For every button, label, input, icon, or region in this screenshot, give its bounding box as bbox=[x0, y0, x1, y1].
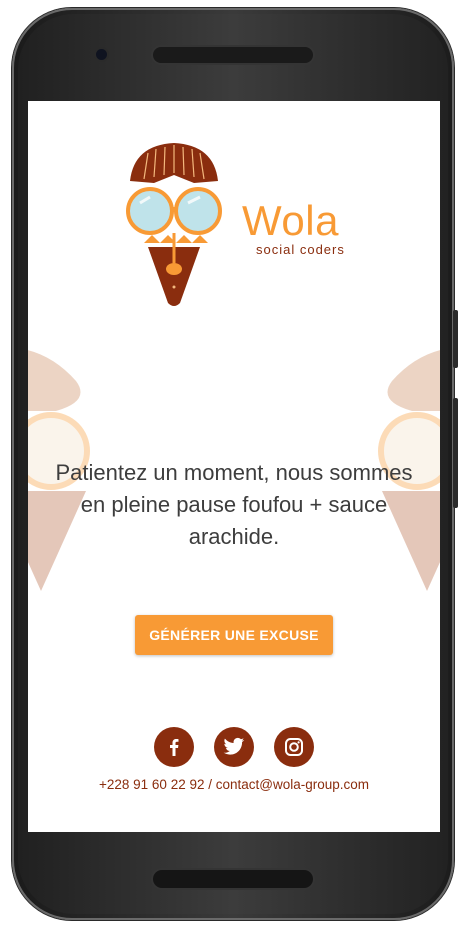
wola-logo: Wola social coders bbox=[124, 139, 352, 309]
instagram-link[interactable] bbox=[274, 727, 314, 767]
facebook-icon bbox=[170, 739, 179, 756]
contact-info: +228 91 60 22 92 / contact@wola-group.co… bbox=[99, 777, 369, 792]
brand-tagline: social coders bbox=[256, 242, 345, 257]
front-camera bbox=[96, 49, 107, 60]
power-button bbox=[453, 310, 458, 368]
bottom-speaker bbox=[153, 870, 313, 888]
mask-logo-icon bbox=[126, 143, 222, 306]
social-links bbox=[154, 727, 314, 767]
earpiece-speaker bbox=[153, 47, 313, 63]
waiting-message: Patientez un moment, nous sommes en plei… bbox=[55, 460, 413, 549]
screen: Wola social coders Patientez un moment, … bbox=[28, 101, 440, 832]
twitter-icon bbox=[223, 737, 245, 755]
volume-button bbox=[453, 398, 458, 508]
facebook-link[interactable] bbox=[154, 727, 194, 767]
twitter-link[interactable] bbox=[214, 727, 254, 767]
generate-excuse-button[interactable]: GÉNÉRER UNE EXCUSE bbox=[135, 615, 333, 655]
instagram-icon bbox=[285, 738, 303, 756]
brand-name: Wola bbox=[242, 197, 339, 244]
